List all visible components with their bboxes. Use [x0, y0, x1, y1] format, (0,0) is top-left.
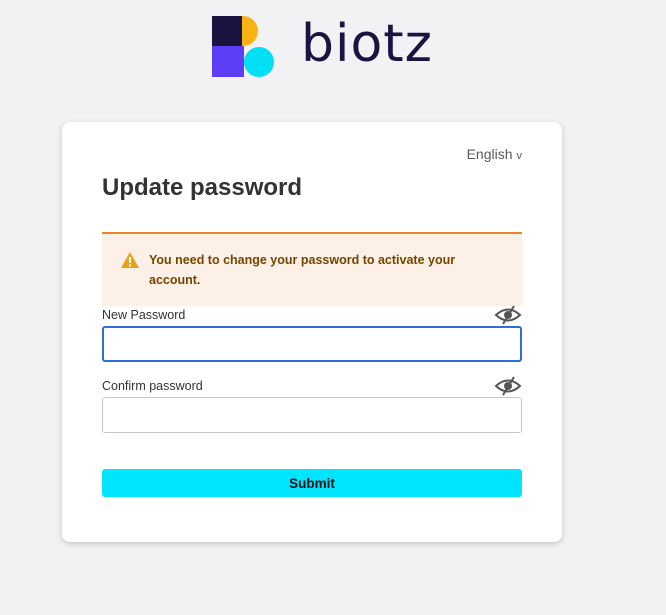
warning-alert: You need to change your password to acti…: [102, 232, 522, 306]
confirm-password-input[interactable]: [102, 397, 522, 433]
language-selector[interactable]: English v: [467, 146, 522, 162]
page-title: Update password: [102, 174, 303, 201]
language-label: English: [466, 146, 513, 162]
update-password-card: English v Update password You need to cha…: [62, 122, 562, 542]
logo-mark-icon: [212, 16, 274, 78]
new-password-label: New Password: [102, 308, 186, 322]
submit-button[interactable]: Submit: [102, 469, 522, 497]
brand-logo: biotz: [212, 14, 432, 78]
eye-off-icon[interactable]: [494, 305, 522, 325]
warning-icon: [121, 252, 139, 268]
chevron-down-icon: v: [516, 150, 523, 162]
eye-off-icon[interactable]: [494, 376, 522, 396]
new-password-input[interactable]: [102, 326, 522, 362]
alert-message: You need to change your password to acti…: [149, 253, 456, 287]
confirm-password-label: Confirm password: [102, 379, 203, 393]
brand-name: biotz: [301, 14, 433, 74]
